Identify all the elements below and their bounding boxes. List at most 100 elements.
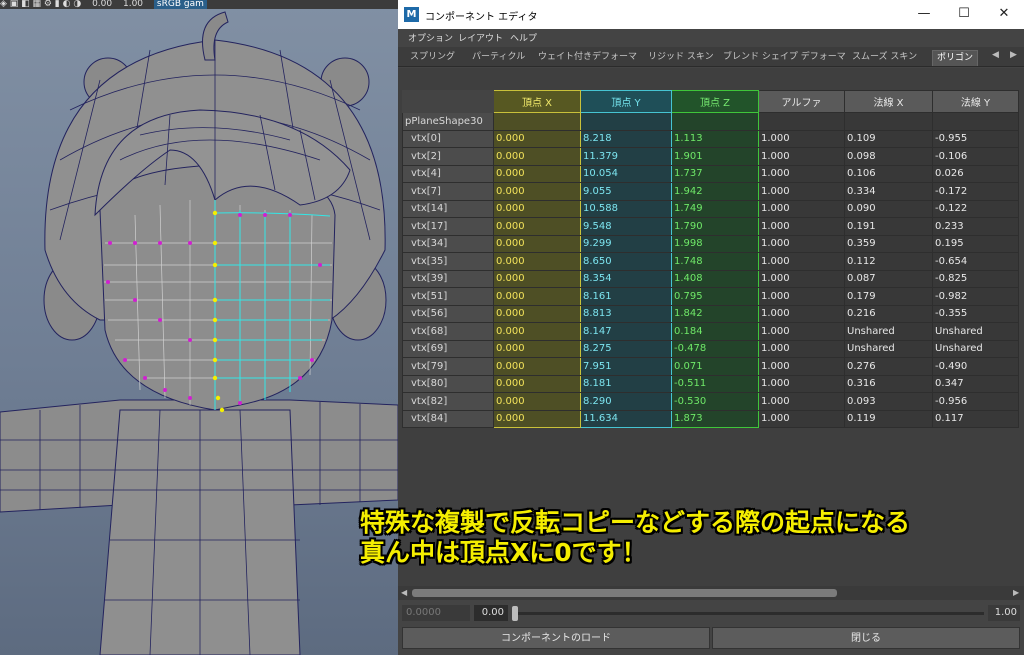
vertex-z-cell[interactable]: -0.478: [671, 339, 759, 358]
vertex-x-cell[interactable]: 0.000: [493, 287, 581, 306]
vertex-z-cell[interactable]: -0.511: [671, 374, 759, 393]
alpha-cell[interactable]: 1.000: [758, 199, 845, 218]
vertex-x-cell[interactable]: 0.000: [493, 409, 581, 428]
close-button[interactable]: 閉じる: [712, 627, 1020, 649]
vertex-z-cell[interactable]: 1.408: [671, 269, 759, 288]
normal-x-cell[interactable]: 0.119: [844, 409, 933, 428]
scrollbar-thumb[interactable]: [412, 589, 837, 597]
vertex-z-cell[interactable]: 1.737: [671, 164, 759, 183]
minimize-button[interactable]: —: [904, 0, 944, 29]
vertex-z-cell[interactable]: 0.795: [671, 287, 759, 306]
alpha-cell[interactable]: 1.000: [758, 217, 845, 236]
alpha-cell[interactable]: 1.000: [758, 392, 845, 411]
vertex-y-cell[interactable]: 9.055: [580, 182, 672, 201]
alpha-cell[interactable]: 1.000: [758, 374, 845, 393]
menu-help[interactable]: ヘルプ: [510, 31, 537, 44]
vertex-y-cell[interactable]: 8.147: [580, 322, 672, 341]
toolbar-value-b[interactable]: 1.00: [123, 0, 143, 9]
vertex-name[interactable]: vtx[80]: [402, 374, 494, 393]
column-header-vertex-x[interactable]: 頂点 X: [493, 90, 581, 113]
vertex-y-cell[interactable]: 8.181: [580, 374, 672, 393]
vertex-name[interactable]: vtx[69]: [402, 339, 494, 358]
normal-y-cell[interactable]: -0.955: [932, 129, 1019, 148]
normal-y-cell[interactable]: -0.172: [932, 182, 1019, 201]
vertex-name[interactable]: vtx[14]: [402, 199, 494, 218]
vertex-y-cell[interactable]: 8.354: [580, 269, 672, 288]
vertex-name[interactable]: vtx[82]: [402, 392, 494, 411]
normal-x-cell[interactable]: 0.334: [844, 182, 933, 201]
vertex-name[interactable]: vtx[17]: [402, 217, 494, 236]
alpha-cell[interactable]: 1.000: [758, 182, 845, 201]
alpha-cell[interactable]: 1.000: [758, 287, 845, 306]
normal-y-cell[interactable]: -0.654: [932, 252, 1019, 271]
tab-scroll-right-icon[interactable]: ▶: [1010, 50, 1017, 60]
vertex-x-cell[interactable]: 0.000: [493, 304, 581, 323]
vertex-name[interactable]: vtx[68]: [402, 322, 494, 341]
vertex-y-cell[interactable]: 11.379: [580, 147, 672, 166]
alpha-cell[interactable]: 1.000: [758, 357, 845, 376]
normal-y-cell[interactable]: -0.825: [932, 269, 1019, 288]
vertex-name[interactable]: vtx[0]: [402, 129, 494, 148]
normal-x-cell[interactable]: Unshared: [844, 322, 933, 341]
vertex-z-cell[interactable]: 1.942: [671, 182, 759, 201]
vertex-y-cell[interactable]: 8.275: [580, 339, 672, 358]
vertex-x-cell[interactable]: 0.000: [493, 269, 581, 288]
normal-x-cell[interactable]: 0.087: [844, 269, 933, 288]
column-header-vertex-z[interactable]: 頂点 Z: [671, 90, 759, 113]
vertex-x-cell[interactable]: 0.000: [493, 147, 581, 166]
slider-handle[interactable]: [512, 606, 518, 621]
vertex-x-cell[interactable]: 0.000: [493, 322, 581, 341]
vertex-name[interactable]: vtx[2]: [402, 147, 494, 166]
normal-x-cell[interactable]: 0.093: [844, 392, 933, 411]
vertex-x-cell[interactable]: 0.000: [493, 339, 581, 358]
vertex-z-cell[interactable]: 1.790: [671, 217, 759, 236]
menu-layout[interactable]: レイアウト: [458, 31, 503, 44]
tab-smooth-skin[interactable]: スムーズ スキン: [852, 50, 917, 66]
alpha-cell[interactable]: 1.000: [758, 147, 845, 166]
alpha-cell[interactable]: 1.000: [758, 234, 845, 253]
alpha-cell[interactable]: 1.000: [758, 409, 845, 428]
vertex-z-cell[interactable]: 1.748: [671, 252, 759, 271]
slider-min-field[interactable]: 0.0000: [402, 605, 470, 621]
tab-particle[interactable]: パーティクル: [472, 50, 525, 66]
colorspace-label[interactable]: sRGB gam: [153, 0, 207, 9]
vertex-x-cell[interactable]: 0.000: [493, 357, 581, 376]
vertex-x-cell[interactable]: 0.000: [493, 234, 581, 253]
normal-x-cell[interactable]: 0.316: [844, 374, 933, 393]
vertex-y-cell[interactable]: 8.161: [580, 287, 672, 306]
vertex-x-cell[interactable]: 0.000: [493, 252, 581, 271]
normal-y-cell[interactable]: -0.355: [932, 304, 1019, 323]
vertex-z-cell[interactable]: 1.749: [671, 199, 759, 218]
vertex-y-cell[interactable]: 8.218: [580, 129, 672, 148]
alpha-cell[interactable]: 1.000: [758, 252, 845, 271]
vertex-name[interactable]: vtx[39]: [402, 269, 494, 288]
normal-x-cell[interactable]: 0.179: [844, 287, 933, 306]
vertex-y-cell[interactable]: 8.650: [580, 252, 672, 271]
vertex-x-cell[interactable]: 0.000: [493, 374, 581, 393]
normal-y-cell[interactable]: -0.982: [932, 287, 1019, 306]
vertex-x-cell[interactable]: 0.000: [493, 217, 581, 236]
vertex-name[interactable]: vtx[4]: [402, 164, 494, 183]
normal-y-cell[interactable]: Unshared: [932, 322, 1019, 341]
normal-x-cell[interactable]: 0.106: [844, 164, 933, 183]
vertex-y-cell[interactable]: 8.290: [580, 392, 672, 411]
alpha-cell[interactable]: 1.000: [758, 269, 845, 288]
alpha-cell[interactable]: 1.000: [758, 339, 845, 358]
vertex-y-cell[interactable]: 11.634: [580, 409, 672, 428]
scroll-left-icon[interactable]: ◀: [401, 586, 407, 600]
column-header-normal-y[interactable]: 法線 Y: [932, 90, 1019, 113]
menu-options[interactable]: オプション: [408, 31, 453, 44]
scroll-right-icon[interactable]: ▶: [1013, 586, 1019, 600]
alpha-cell[interactable]: 1.000: [758, 322, 845, 341]
vertex-name[interactable]: vtx[35]: [402, 252, 494, 271]
vertex-z-cell[interactable]: 0.184: [671, 322, 759, 341]
toolbar-value-a[interactable]: 0.00: [92, 0, 112, 9]
vertex-x-cell[interactable]: 0.000: [493, 182, 581, 201]
vertex-z-cell[interactable]: 1.113: [671, 129, 759, 148]
vertex-z-cell[interactable]: 1.901: [671, 147, 759, 166]
normal-x-cell[interactable]: 0.216: [844, 304, 933, 323]
vertex-name[interactable]: vtx[7]: [402, 182, 494, 201]
normal-y-cell[interactable]: 0.026: [932, 164, 1019, 183]
normal-y-cell[interactable]: 0.117: [932, 409, 1019, 428]
normal-y-cell[interactable]: Unshared: [932, 339, 1019, 358]
